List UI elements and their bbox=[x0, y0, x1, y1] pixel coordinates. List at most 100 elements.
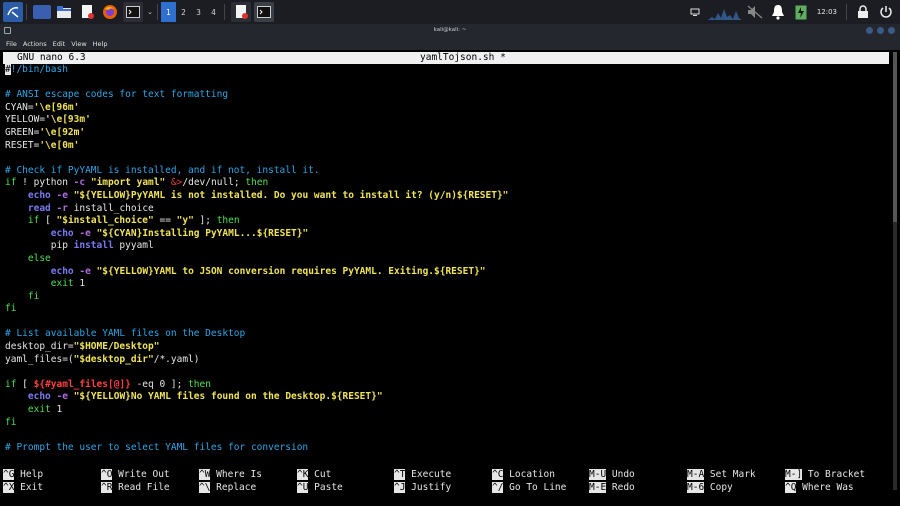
code-line[interactable]: # Check if PyYAML is installed, and if n… bbox=[5, 165, 508, 178]
code-line[interactable] bbox=[5, 316, 508, 329]
shortcut-key: ^K bbox=[297, 469, 309, 480]
code-token: "y" bbox=[176, 215, 194, 227]
shortcut-go-to-line[interactable]: ^/ Go To Line bbox=[492, 481, 566, 494]
shortcut-label: Where Was bbox=[796, 482, 854, 493]
terminal-window-icon[interactable] bbox=[254, 2, 274, 22]
window-titlebar[interactable]: kali@kali: ~ bbox=[0, 24, 900, 37]
shortcut-cut[interactable]: ^K Cut bbox=[297, 468, 331, 481]
shortcut-write-out[interactable]: ^O Write Out bbox=[101, 468, 170, 481]
workspace-4[interactable]: 4 bbox=[206, 2, 221, 22]
code-line[interactable] bbox=[5, 77, 508, 90]
code-line[interactable]: fi bbox=[5, 417, 508, 430]
code-line[interactable]: exit 1 bbox=[5, 404, 508, 417]
scrollbar[interactable] bbox=[893, 52, 897, 490]
code-line[interactable]: # List available YAML files on the Deskt… bbox=[5, 328, 508, 341]
taskbar: ⌄ 1 2 3 4 12:03 bbox=[0, 0, 900, 24]
terminal[interactable]: GNU nano 6.3 yamlTojson.sh * #!/bin/bash… bbox=[0, 50, 900, 506]
workspace-1[interactable]: 1 bbox=[161, 2, 176, 22]
text-editor-icon[interactable] bbox=[77, 2, 97, 22]
maximize-button[interactable] bbox=[877, 27, 884, 34]
code-line[interactable]: echo -e "${YELLOW}YAML to JSON conversio… bbox=[5, 266, 508, 279]
code-token: "import yaml" bbox=[90, 177, 166, 189]
code-line[interactable]: else bbox=[5, 253, 508, 266]
code-line[interactable]: echo -e "${CYAN}Installing PyYAML...${RE… bbox=[5, 228, 508, 241]
code-line[interactable]: CYAN='\e[96m' bbox=[5, 102, 508, 115]
code-line[interactable]: read -r install_choice bbox=[5, 203, 508, 216]
kali-menu-icon[interactable] bbox=[3, 2, 23, 22]
code-token: install bbox=[73, 240, 114, 252]
code-token: [ bbox=[39, 215, 57, 227]
notification-bell-icon[interactable] bbox=[768, 2, 788, 22]
menu-help[interactable]: Help bbox=[93, 40, 108, 48]
workspace-2[interactable]: 2 bbox=[176, 2, 191, 22]
file-manager-icon[interactable] bbox=[54, 2, 74, 22]
code-token: -e bbox=[56, 189, 68, 201]
firefox-icon[interactable] bbox=[100, 2, 120, 22]
code-line[interactable]: RESET='\e[0m' bbox=[5, 140, 508, 153]
shortcut-exit[interactable]: ^X Exit bbox=[3, 481, 43, 494]
shortcut-copy[interactable]: M-6 Copy bbox=[687, 481, 733, 494]
code-token: '\e[93m' bbox=[45, 114, 91, 126]
shortcut-paste[interactable]: ^U Paste bbox=[297, 481, 343, 494]
logout-icon[interactable] bbox=[876, 2, 896, 22]
shortcut-label: To Bracket bbox=[802, 469, 866, 480]
code-line[interactable]: fi bbox=[5, 291, 508, 304]
shortcut-redo[interactable]: M-E Redo bbox=[589, 481, 635, 494]
menu-file[interactable]: File bbox=[6, 40, 17, 48]
code-line[interactable]: # Prompt the user to select YAML files f… bbox=[5, 442, 508, 455]
display-icon[interactable] bbox=[685, 2, 705, 22]
shortcut-to-bracket[interactable]: M-] To Bracket bbox=[785, 468, 865, 481]
code-line[interactable]: if [ ${#yaml_files[@]} -eq 0 ]; then bbox=[5, 379, 508, 392]
code-line[interactable]: if [ "$install_choice" == "y" ]; then bbox=[5, 215, 508, 228]
shortcut-justify[interactable]: ^J Justify bbox=[394, 481, 451, 494]
text-editor-window-icon[interactable] bbox=[231, 2, 251, 22]
shortcut-location[interactable]: ^C Location bbox=[492, 468, 555, 481]
code-token: == bbox=[153, 215, 177, 227]
chevron-down-icon[interactable]: ⌄ bbox=[146, 2, 154, 22]
shortcut-set-mark[interactable]: M-A Set Mark bbox=[687, 468, 756, 481]
close-button[interactable] bbox=[888, 27, 895, 34]
code-line[interactable]: if ! python -c "import yaml" &>/dev/null… bbox=[5, 177, 508, 190]
code-line[interactable] bbox=[5, 152, 508, 165]
scrollbar-thumb[interactable] bbox=[893, 52, 897, 222]
code-line[interactable]: desktop_dir="$HOME/Desktop" bbox=[5, 341, 508, 354]
code-line[interactable]: echo -e "${YELLOW}No YAML files found on… bbox=[5, 391, 508, 404]
lock-screen-icon[interactable] bbox=[853, 2, 873, 22]
editor-buffer[interactable]: #!/bin/bash # ANSI escape codes for text … bbox=[5, 64, 508, 454]
menu-edit[interactable]: Edit bbox=[53, 40, 66, 48]
code-token: "$install_choice" bbox=[56, 215, 154, 227]
menu-actions[interactable]: Actions bbox=[23, 40, 47, 48]
menu-view[interactable]: View bbox=[71, 40, 86, 48]
terminal-icon[interactable] bbox=[123, 2, 143, 22]
shortcut-execute[interactable]: ^T Execute bbox=[394, 468, 451, 481]
code-line[interactable]: pip install pyyaml bbox=[5, 240, 508, 253]
code-line[interactable] bbox=[5, 429, 508, 442]
shortcut-where-is[interactable]: ^W Where Is bbox=[199, 468, 262, 481]
code-token: -e bbox=[79, 265, 91, 277]
code-line[interactable]: fi bbox=[5, 303, 508, 316]
battery-charging-icon[interactable] bbox=[791, 2, 811, 22]
code-token: -r bbox=[56, 202, 68, 214]
code-token: if bbox=[27, 215, 40, 227]
shortcut-undo[interactable]: M-U Undo bbox=[589, 468, 635, 481]
code-line[interactable]: YELLOW='\e[93m' bbox=[5, 114, 508, 127]
minimize-button[interactable] bbox=[866, 27, 873, 34]
code-line[interactable]: yaml_files=("$desktop_dir"/*.yaml) bbox=[5, 354, 508, 367]
code-line[interactable]: echo -e "${YELLOW}PyYAML is not installe… bbox=[5, 189, 509, 203]
volume-muted-icon[interactable] bbox=[745, 2, 765, 22]
code-line[interactable]: #!/bin/bash bbox=[5, 64, 508, 77]
clock[interactable]: 12:03 bbox=[817, 8, 837, 16]
code-token: /*.yaml) bbox=[153, 353, 200, 365]
code-line[interactable]: GREEN='\e[92m' bbox=[5, 127, 508, 140]
show-desktop-icon[interactable] bbox=[33, 5, 51, 19]
shortcut-where-was[interactable]: ^Q Where Was bbox=[785, 481, 854, 494]
code-line[interactable]: # ANSI escape codes for text formatting bbox=[5, 89, 508, 102]
code-token: -eq 0 ]; bbox=[130, 378, 189, 390]
code-line[interactable]: exit 1 bbox=[5, 278, 508, 291]
shortcut-help[interactable]: ^G Help bbox=[3, 468, 43, 481]
shortcut-read-file[interactable]: ^R Read File bbox=[101, 481, 170, 494]
shortcut-replace[interactable]: ^\ Replace bbox=[199, 481, 256, 494]
code-line[interactable] bbox=[5, 366, 508, 379]
workspace-3[interactable]: 3 bbox=[191, 2, 206, 22]
